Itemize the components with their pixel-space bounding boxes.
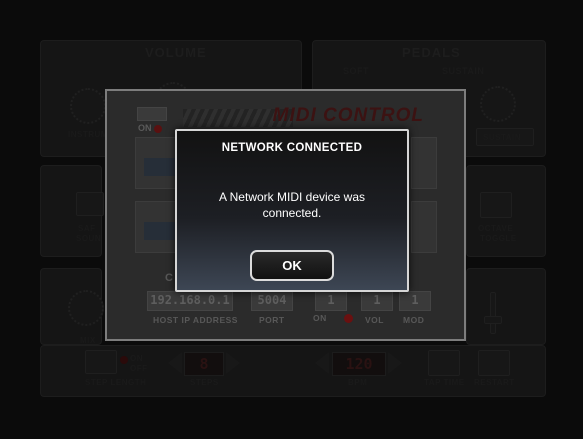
tap-time-label: TAP TIME [424,378,465,387]
mod-label: MOD [403,315,425,325]
instrument-volume-knob[interactable] [70,88,106,124]
octave-label: OCTAVE [478,224,514,233]
port-field[interactable]: 5004 [251,291,293,311]
midi-on-indicator: ON [138,123,162,133]
vol-field[interactable]: 1 [361,291,393,311]
midi-device-box-2-inner [144,222,178,240]
dialog-title: NETWORK CONNECTED [221,142,363,154]
bpm-decrease-arrow[interactable] [315,352,329,374]
ok-button[interactable]: OK [250,250,334,281]
steps-increase-arrow[interactable] [226,352,240,374]
slider-track[interactable] [490,292,496,334]
step-length-button[interactable] [85,350,117,374]
midi-enable-toggle[interactable] [137,107,167,121]
slider-thumb[interactable] [484,316,502,324]
mix-knob[interactable] [68,290,104,326]
channel-field[interactable]: 1 [315,291,347,311]
sound-button[interactable] [76,192,104,216]
midi-on-led [153,124,162,133]
step-length-label: STEP LENGTH [85,378,147,387]
octave-toggle-button[interactable] [480,192,512,218]
toggle-label: TOGGLE [480,234,517,243]
mix-label: MIX [80,336,96,345]
midi-side-box-right-1[interactable] [411,137,437,189]
restart-label: RESTART [474,378,515,387]
port-label: PORT [259,315,285,325]
mod-field[interactable]: 1 [399,291,431,311]
sustain-button[interactable]: SUSTAIN [476,128,534,146]
bpm-increase-arrow[interactable] [388,352,402,374]
sound-label-2: SOUN [76,234,102,243]
sustain-button-label: SUSTAIN [483,133,522,142]
midi-out-led [343,314,353,324]
midi-side-box-right-2[interactable] [411,201,437,253]
step-length-indicator [120,356,128,364]
midi-c-letter: C [165,272,174,284]
instrument-label: INSTRUM [68,130,108,139]
dialog-message: A Network MIDI device was connected. [218,190,366,220]
soft-label: SOFT [343,66,369,76]
on-label: ON [130,354,143,363]
off-label: OFF [130,364,148,373]
steps-decrease-arrow[interactable] [168,352,182,374]
bpm-display: 120 [332,352,386,376]
bpm-label: BPM [348,378,368,387]
midi-device-box-1-inner [144,158,178,176]
midi-out-on-label: ON [313,313,353,324]
midi-device-box-2[interactable] [135,201,179,253]
host-ip-field[interactable]: 192.168.0.1 [147,291,233,311]
pedals-heading: PEDALS [402,45,461,60]
host-ip-label: HOST IP ADDRESS [153,315,238,325]
midi-on-label: ON [138,123,152,133]
sustain-label: SUSTAIN [442,66,485,76]
network-connected-dialog: NETWORK CONNECTED A Network MIDI device … [175,129,409,292]
midi-out-on-text: ON [313,313,327,323]
vol-label: VOL [365,315,384,325]
sound-label: SAF [78,224,96,233]
steps-label: STEPS [190,378,219,387]
right-lower-panel [466,268,546,345]
tap-time-button[interactable] [428,350,460,376]
restart-button[interactable] [478,350,510,376]
volume-heading: VOLUME [145,45,207,60]
midi-control-title: MIDI CONTROL [272,105,424,126]
steps-display: 8 [184,352,224,376]
pedal-knob[interactable] [480,86,516,122]
midi-device-box-1[interactable] [135,137,179,189]
